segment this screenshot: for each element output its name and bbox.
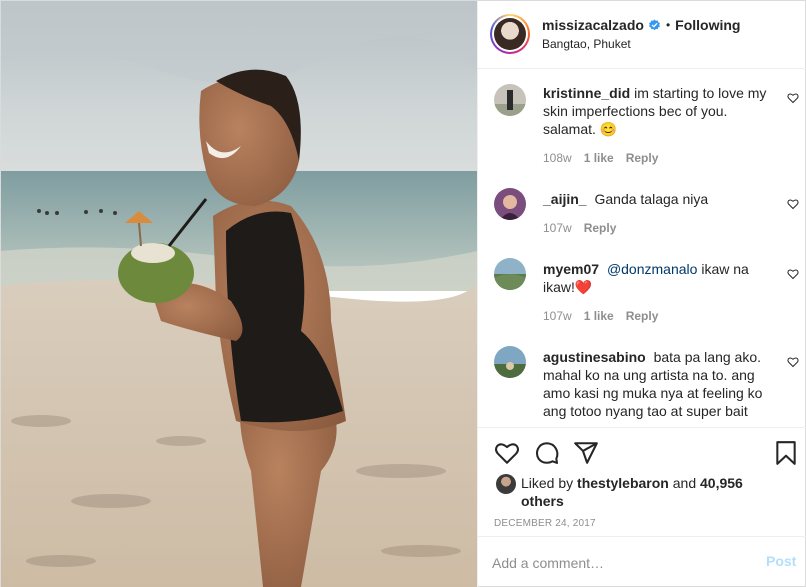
comment-username[interactable]: _aijin_ (543, 191, 587, 207)
comment-likes[interactable]: 1 like (584, 151, 614, 165)
commenter-avatar-image (494, 346, 526, 378)
liked-by-prefix: Liked by (521, 475, 574, 491)
author-username[interactable]: missizacalzado (542, 17, 644, 33)
liked-by-text: Liked by thestylebaron and 40,956 others (521, 474, 781, 510)
header-separator: • (665, 18, 671, 32)
heart-icon[interactable] (494, 440, 520, 466)
instagram-post: missizacalzado • Following Bangtao, Phuk… (0, 0, 806, 587)
commenter-avatar-image (494, 258, 526, 290)
post-side-panel: missizacalzado • Following Bangtao, Phuk… (477, 1, 806, 587)
beach-photo-illustration (1, 1, 477, 587)
post-header: missizacalzado • Following Bangtao, Phuk… (478, 1, 806, 69)
liker-avatar[interactable] (496, 474, 516, 494)
comment-text: Ganda talaga niya (594, 191, 709, 207)
liker-username[interactable]: thestylebaron (577, 475, 669, 491)
comment-meta: 107w Reply (543, 221, 628, 235)
commenter-avatar[interactable] (494, 258, 526, 290)
comment-bubble-icon[interactable] (534, 440, 560, 466)
bookmark-icon[interactable] (773, 440, 799, 466)
add-comment-bar: Post (478, 536, 806, 587)
comments-list[interactable]: kristinne_did im starting to love my skin… (478, 70, 806, 427)
following-button[interactable]: Following (675, 17, 740, 33)
avatar-image (494, 18, 526, 50)
post-comment-button[interactable]: Post (766, 553, 796, 569)
comment-meta: 108w 1 like Reply (543, 151, 670, 165)
comment-body: kristinne_did im starting to love my skin… (543, 84, 773, 138)
paper-plane-icon[interactable] (573, 440, 599, 466)
commenter-avatar[interactable] (494, 346, 526, 378)
liked-by-and: and (672, 475, 697, 491)
comment-item: agustinesabino bata pa lang ako. mahal k… (478, 344, 806, 426)
reply-button[interactable]: Reply (626, 309, 659, 323)
comment-time[interactable]: 107w (543, 221, 572, 235)
comment-body: agustinesabino bata pa lang ako. mahal k… (543, 348, 773, 420)
comment-username[interactable]: agustinesabino (543, 349, 646, 365)
post-actions: Liked by thestylebaron and 40,956 others… (478, 427, 806, 587)
post-date[interactable]: DECEMBER 24, 2017 (494, 518, 596, 529)
comment-time[interactable]: 108w (543, 151, 572, 165)
post-location[interactable]: Bangtao, Phuket (542, 37, 631, 51)
post-photo[interactable] (1, 1, 477, 587)
verified-badge-icon (649, 19, 660, 30)
comment-heart-icon[interactable] (787, 92, 799, 104)
commenter-avatar-image (494, 84, 526, 116)
comment-username[interactable]: myem07 (543, 261, 599, 277)
comment-likes[interactable]: 1 like (584, 309, 614, 323)
author-avatar[interactable] (490, 14, 530, 54)
avatar-ring-inner (492, 16, 528, 52)
reply-button[interactable]: Reply (584, 221, 617, 235)
comment-item: kristinne_did im starting to love my skin… (478, 82, 806, 172)
comment-heart-icon[interactable] (787, 198, 799, 210)
comment-meta: 107w 1 like Reply (543, 309, 670, 323)
comment-heart-icon[interactable] (787, 268, 799, 280)
add-comment-input[interactable] (492, 553, 752, 573)
header-top-row: missizacalzado • Following (542, 17, 740, 33)
comment-item: _aijin_ Ganda talaga niya 107w Reply (478, 186, 806, 246)
comment-time[interactable]: 107w (543, 309, 572, 323)
comment-username[interactable]: kristinne_did (543, 85, 630, 101)
comment-item: myem07 @donzmanalo ikaw na ikaw!❤️ 107w 1… (478, 256, 806, 330)
comment-body: _aijin_ Ganda talaga niya (543, 190, 773, 208)
commenter-avatar-image (494, 188, 526, 220)
commenter-avatar[interactable] (494, 188, 526, 220)
reply-button[interactable]: Reply (626, 151, 659, 165)
commenter-avatar[interactable] (494, 84, 526, 116)
comment-mention[interactable]: @donzmanalo (607, 261, 698, 277)
comment-body: myem07 @donzmanalo ikaw na ikaw!❤️ (543, 260, 773, 296)
comment-heart-icon[interactable] (787, 356, 799, 368)
